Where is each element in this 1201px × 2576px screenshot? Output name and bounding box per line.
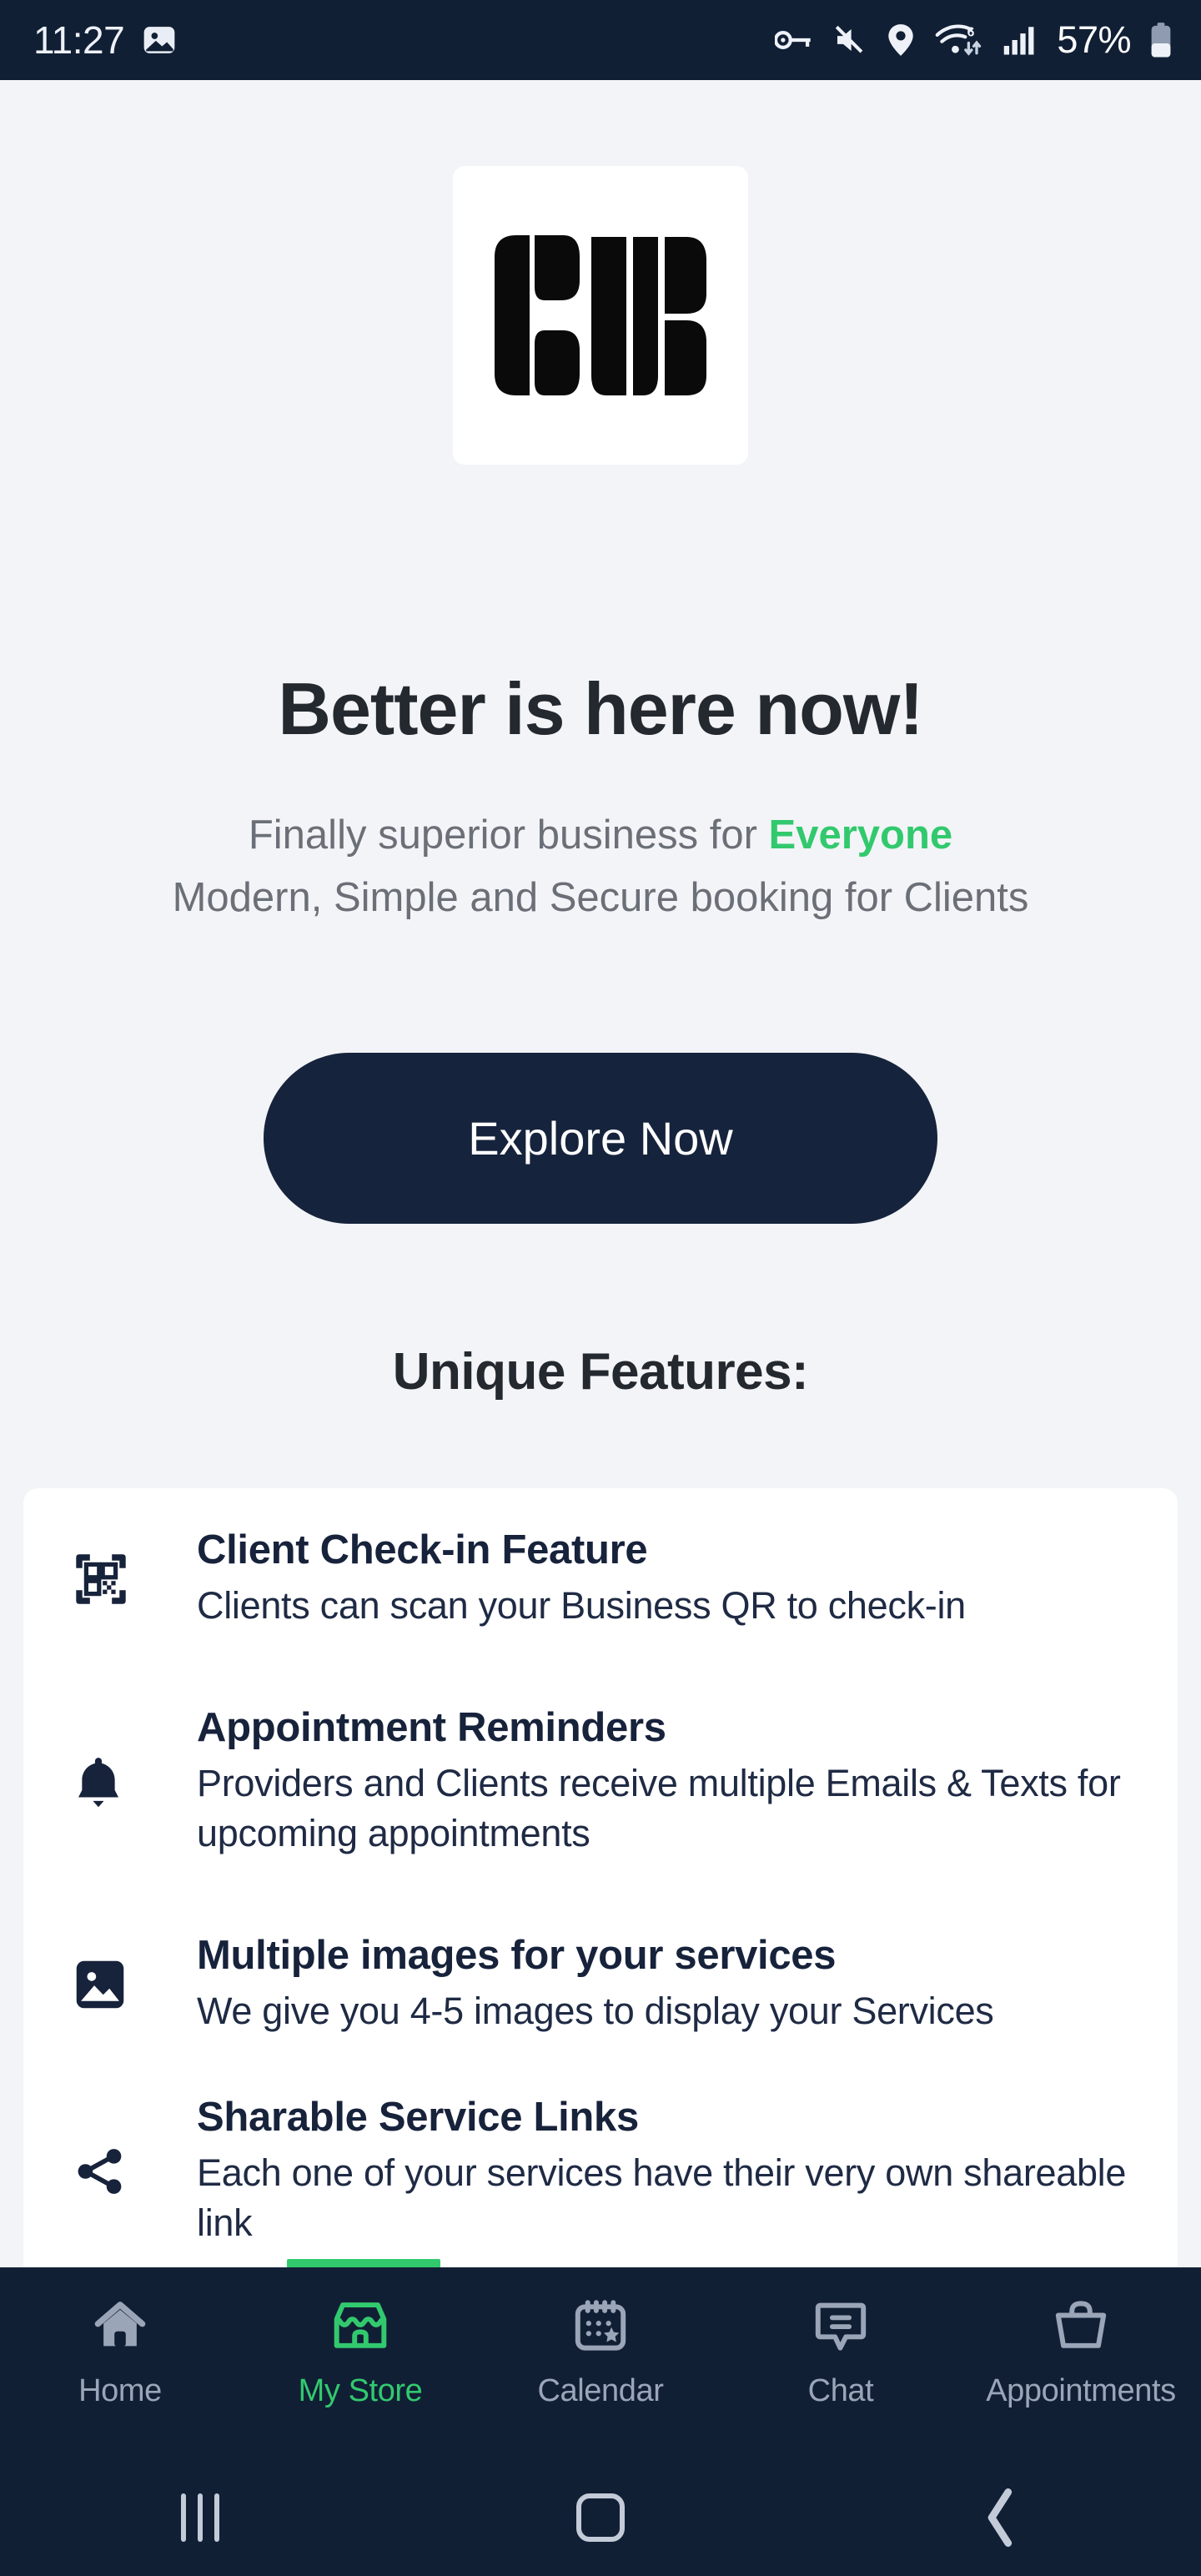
feature-title: Appointment Reminders <box>197 1704 666 1750</box>
recents-icon[interactable] <box>0 2493 400 2542</box>
qr-code-scan-icon <box>73 1552 160 1607</box>
vpn-key-icon <box>775 23 813 57</box>
location-icon <box>885 23 917 58</box>
battery-icon <box>1149 22 1173 58</box>
explore-now-button[interactable]: Explore Now <box>264 1053 937 1224</box>
nav-label: My Store <box>298 2373 423 2408</box>
nav-item-calendar[interactable]: Calendar <box>480 2267 721 2459</box>
status-bar-left: 11:27 <box>33 18 176 63</box>
feature-text: Sharable Service Links Each one of your … <box>160 2094 1144 2249</box>
feature-text: Client Check-in Feature Clients can scan… <box>160 1527 966 1632</box>
feature-text: Appointment Reminders Providers and Clie… <box>160 1704 1144 1859</box>
status-bar: 11:27 6 57% <box>0 0 1201 80</box>
nav-item-my-store[interactable]: My Store <box>240 2267 480 2459</box>
nav-label: Home <box>78 2373 162 2408</box>
feature-title: Client Check-in Feature <box>197 1527 648 1573</box>
chat-bubble-icon <box>812 2297 869 2358</box>
nav-item-home[interactable]: Home <box>0 2267 240 2459</box>
svg-text:6: 6 <box>967 26 975 40</box>
cub-logo-icon <box>495 235 706 395</box>
battery-percent-label: 57% <box>1057 18 1131 61</box>
nav-item-chat[interactable]: Chat <box>721 2267 961 2459</box>
feature-description: Providers and Clients receive multiple E… <box>197 1761 1121 1855</box>
bottom-navigation-bar: Home My Store Calendar Chat Appointments <box>0 2267 1201 2459</box>
home-icon <box>92 2297 148 2358</box>
feature-title: Multiple images for your services <box>197 1933 837 1979</box>
feature-description: Each one of your services have their ver… <box>197 2151 1127 2245</box>
nav-item-appointments[interactable]: Appointments <box>961 2267 1201 2459</box>
home-pill-icon[interactable] <box>400 2493 801 2542</box>
image-icon <box>73 1958 160 2011</box>
calendar-star-icon <box>572 2297 629 2358</box>
hero-subline-two: Modern, Simple and Secure booking for Cl… <box>172 875 1029 920</box>
basket-icon <box>1053 2297 1109 2358</box>
back-chevron-icon[interactable] <box>801 2488 1201 2547</box>
cellular-signal-icon <box>1002 23 1038 58</box>
wifi-6-icon: 6 <box>935 23 983 58</box>
android-system-nav <box>0 2459 1201 2576</box>
features-heading: Unique Features: <box>392 1343 809 1401</box>
status-bar-right: 6 57% <box>775 18 1173 62</box>
nav-label: Appointments <box>986 2373 1176 2408</box>
feature-item-multiple-images[interactable]: Multiple images for your services We giv… <box>23 1894 1178 2075</box>
share-icon <box>73 2145 160 2198</box>
bell-icon <box>73 1754 160 1809</box>
feature-description: We give you 4-5 images to display your S… <box>197 1990 994 2033</box>
features-card: Client Check-in Feature Clients can scan… <box>23 1488 1178 2267</box>
hero-subline-accent: Everyone <box>768 813 953 858</box>
feature-description: Clients can scan your Business QR to che… <box>197 1584 966 1628</box>
status-bar-clock: 11:27 <box>33 18 125 62</box>
store-icon <box>332 2297 389 2358</box>
nav-label: Calendar <box>537 2373 664 2408</box>
hero-subline-one: Finally superior business for Everyone <box>0 812 1201 858</box>
feature-item-sharable-links[interactable]: Sharable Service Links Each one of your … <box>23 2075 1178 2267</box>
hero-subline-prefix: Finally superior business for <box>248 813 769 858</box>
mute-icon <box>832 23 867 58</box>
feature-item-client-check-in[interactable]: Client Check-in Feature Clients can scan… <box>23 1488 1178 1670</box>
feature-title: Sharable Service Links <box>197 2094 639 2140</box>
page-title: Better is here now! <box>278 667 923 750</box>
photo-icon <box>143 23 176 57</box>
feature-text: Multiple images for your services We giv… <box>160 1932 994 2037</box>
main-content: Better is here now! Finally superior bus… <box>0 80 1201 2267</box>
brand-logo <box>453 166 748 465</box>
nav-label: Chat <box>807 2373 874 2408</box>
feature-item-appointment-reminders[interactable]: Appointment Reminders Providers and Clie… <box>23 1670 1178 1894</box>
